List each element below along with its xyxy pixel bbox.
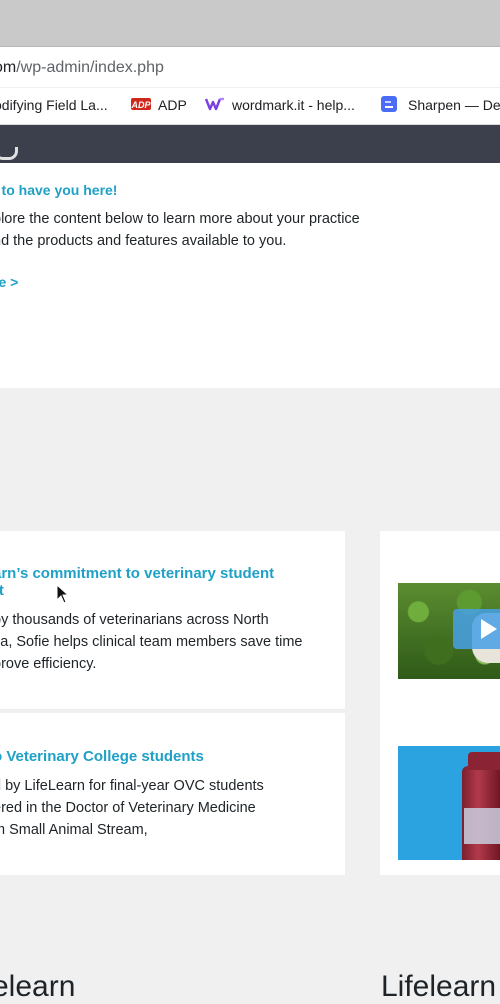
wordmark-icon (205, 97, 224, 111)
browser-tab-strip (0, 0, 500, 47)
vial-cap-shape (468, 752, 500, 770)
article-text-line-1: d by LifeLearn for final-year OVC studen… (0, 778, 264, 794)
video-thumbnail[interactable] (398, 583, 500, 679)
url-host: om (0, 59, 17, 76)
mouse-cursor-icon (56, 584, 70, 604)
url-text[interactable]: om/wp-admin/index.php (0, 59, 164, 77)
article-title-line-1[interactable]: o Veterinary College students (0, 748, 204, 765)
play-button[interactable] (453, 609, 500, 649)
article-text-line-2: ered in the Doctor of Veterinary Medicin… (0, 800, 256, 816)
welcome-body-line-2: nd the products and features available t… (0, 233, 287, 249)
url-path: /wp-admin/index.php (16, 59, 164, 76)
article-text-line-3: prove efficiency. (0, 656, 97, 672)
vial-label-shape (464, 808, 500, 844)
brand-wordmark-left: elearn (0, 970, 76, 1003)
bookmark-modifying-field[interactable]: odifying Field La... (0, 97, 108, 113)
welcome-heading: t to have you here! (0, 182, 118, 198)
wp-admin-bar (0, 125, 500, 163)
brand-wordmark-right: Lifelearn (381, 970, 497, 1003)
play-icon (481, 619, 497, 639)
svg-text:ADP: ADP (131, 100, 151, 110)
vaccine-image[interactable] (398, 746, 500, 860)
card-divider (0, 709, 345, 710)
adp-logo-icon: ADP (131, 98, 151, 110)
learn-more-link[interactable]: re > (0, 274, 18, 290)
bookmark-sharpen[interactable]: Sharpen — De (408, 97, 500, 113)
welcome-body-line-1: plore the content below to learn more ab… (0, 211, 360, 227)
wordpress-logo-icon[interactable] (0, 147, 18, 160)
sharpen-icon (381, 96, 397, 112)
article-text-line-2: ca, Sofie helps clinical team members sa… (0, 634, 303, 650)
bookmark-wordmark[interactable]: wordmark.it - help... (232, 97, 355, 113)
article-title-line-2[interactable]: rt (0, 582, 4, 599)
article-card[interactable] (0, 713, 345, 875)
article-title-line-1[interactable]: arn’s commitment to veterinary student (0, 565, 274, 582)
article-text-line-3: m Small Animal Stream, (0, 822, 148, 838)
article-text-line-1: by thousands of veterinarians across Nor… (0, 612, 269, 628)
bookmark-adp[interactable]: ADP (158, 97, 187, 113)
